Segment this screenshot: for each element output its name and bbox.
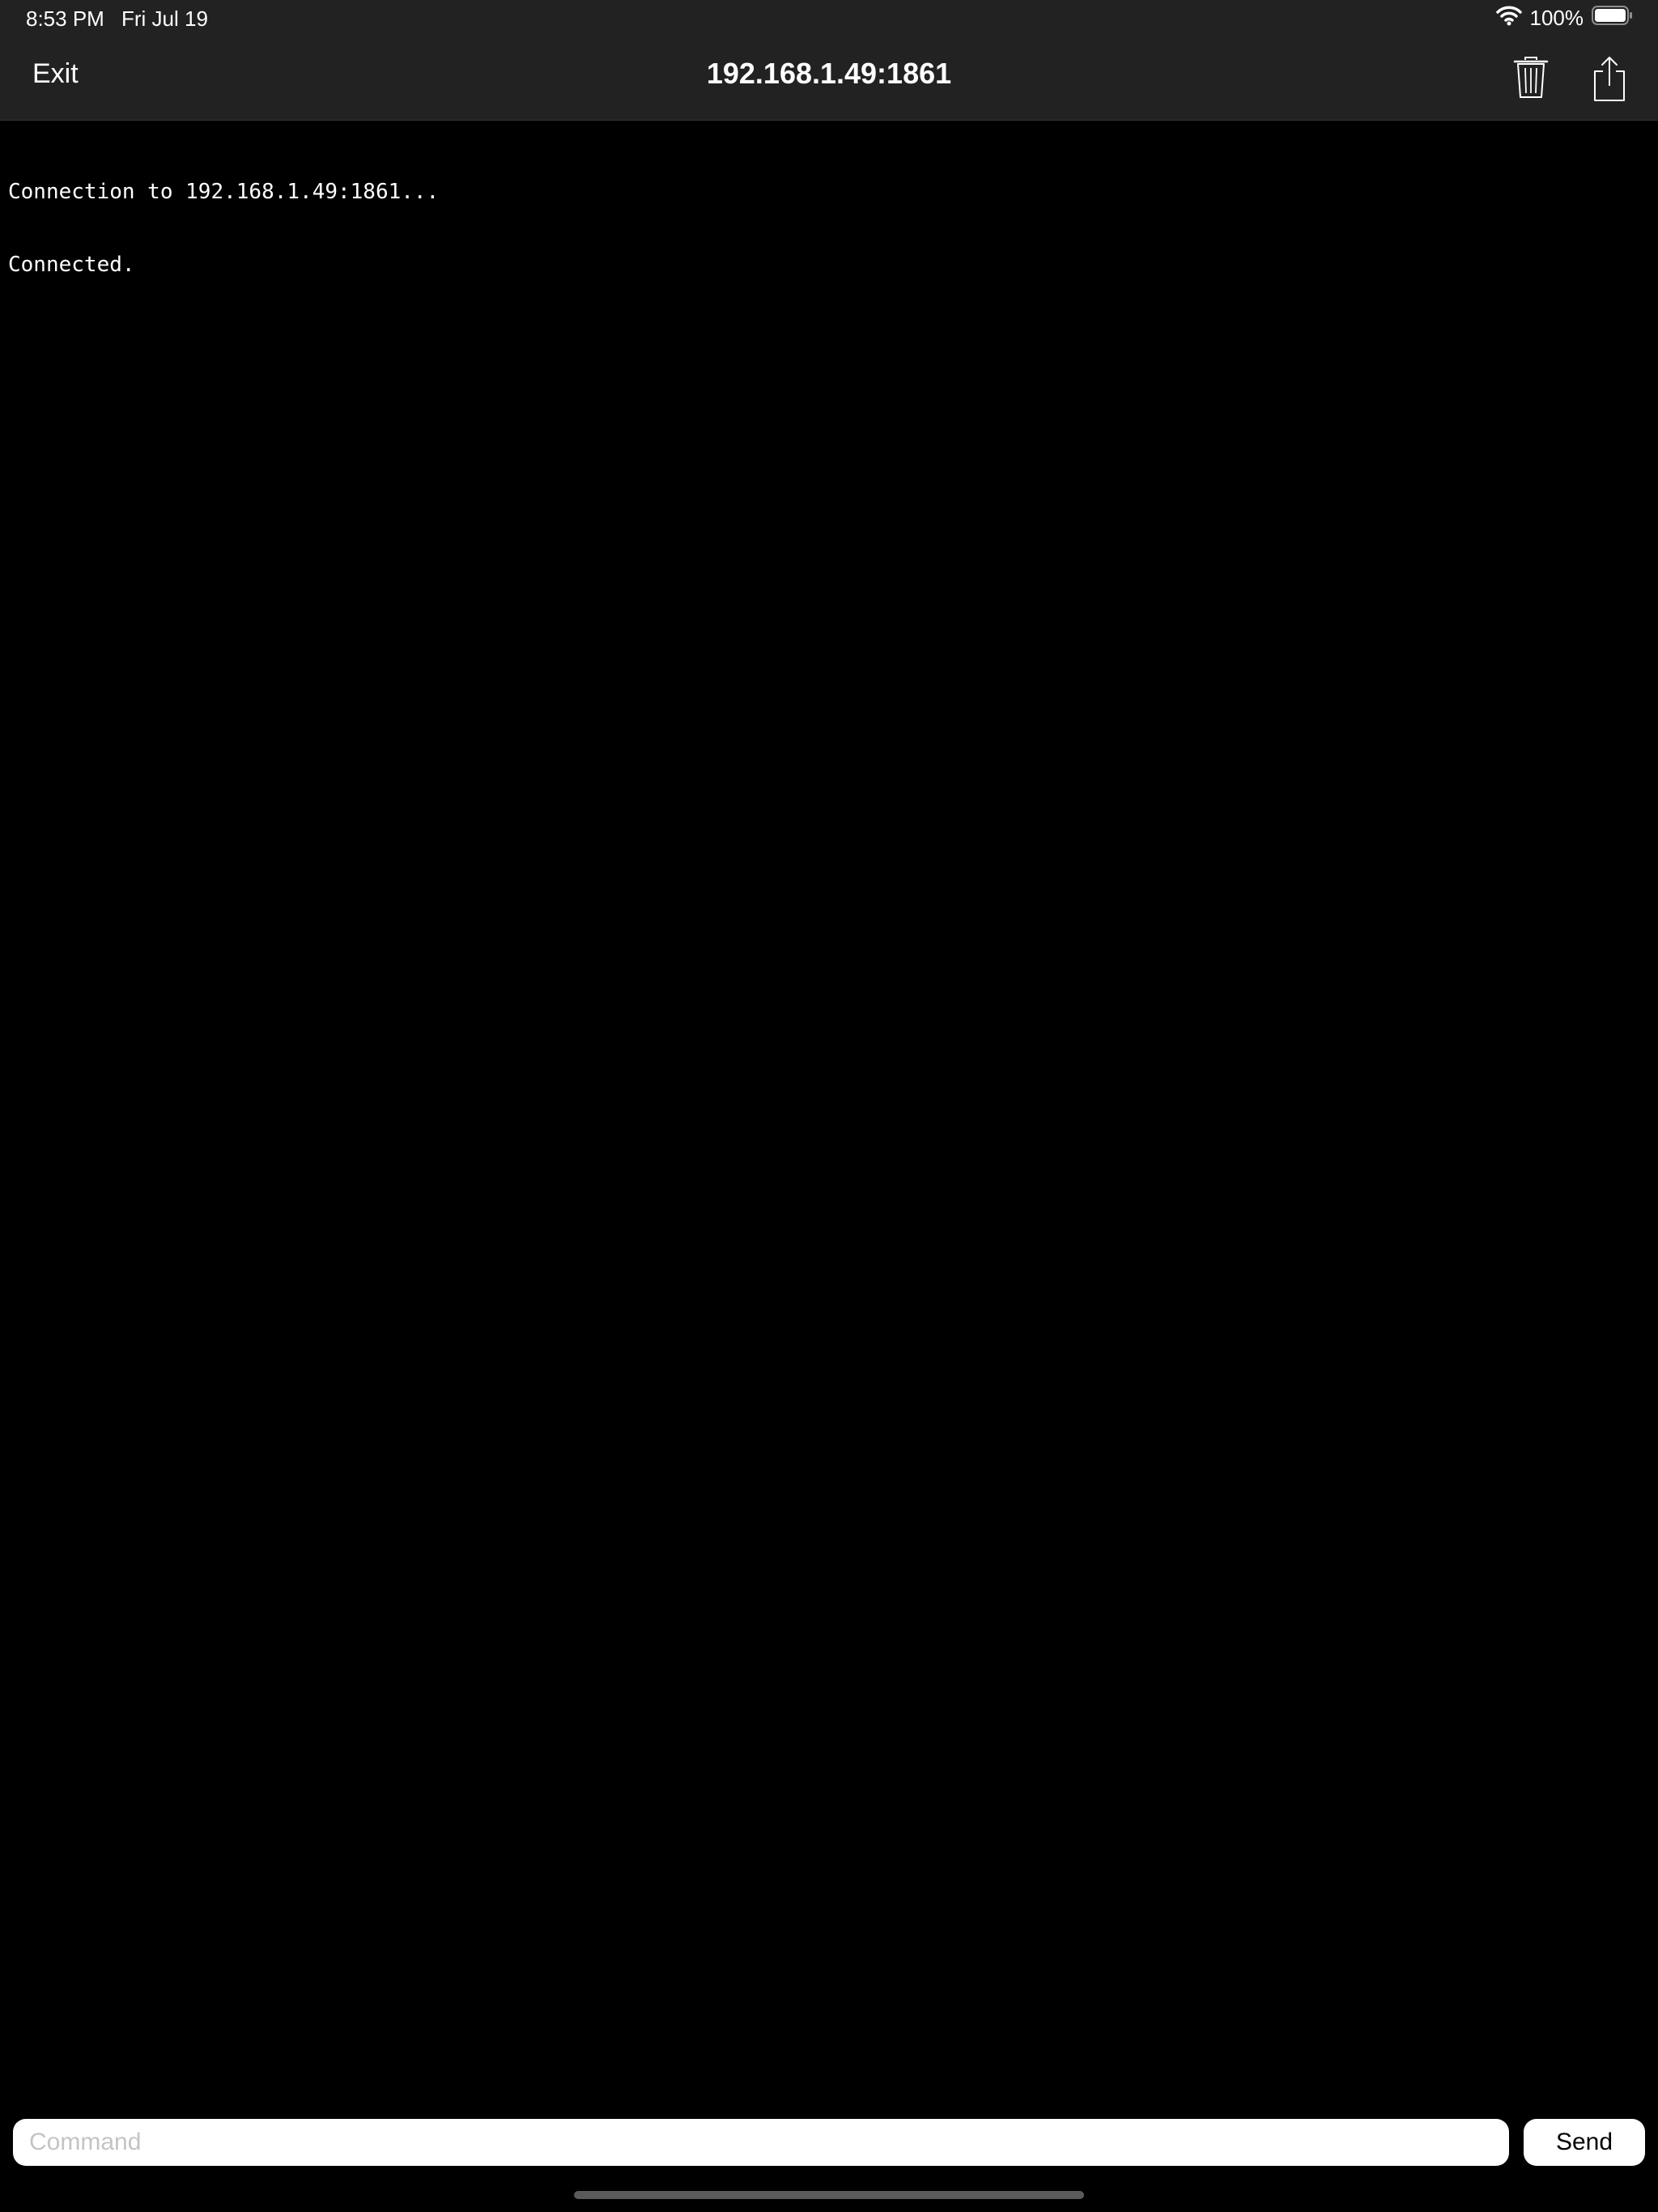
home-indicator[interactable] xyxy=(574,2191,1084,2199)
terminal-output: Connection to 192.168.1.49:1861... Conne… xyxy=(8,131,1650,2107)
navigation-bar: Exit 192.168.1.49:1861 xyxy=(0,39,1658,121)
terminal-line: Connection to 192.168.1.49:1861... xyxy=(8,180,440,204)
status-date: Fri Jul 19 xyxy=(121,6,208,31)
status-bar: 8:53 PM Fri Jul 19 100% xyxy=(0,0,1658,39)
trash-icon[interactable] xyxy=(1511,55,1551,100)
share-icon[interactable] xyxy=(1589,55,1630,104)
command-input[interactable] xyxy=(13,2119,1509,2166)
battery-icon xyxy=(1592,5,1634,32)
send-button[interactable]: Send xyxy=(1524,2119,1645,2166)
wifi-icon xyxy=(1495,5,1522,32)
terminal-screen: 8:53 PM Fri Jul 19 100% Exit 192.168.1.4… xyxy=(0,0,1658,2212)
status-indicators: 100% xyxy=(1495,5,1635,32)
terminal-line: Connected. xyxy=(8,253,135,277)
battery-percent: 100% xyxy=(1529,6,1584,30)
connection-title: 192.168.1.49:1861 xyxy=(706,57,952,90)
status-time: 8:53 PM xyxy=(26,6,104,31)
